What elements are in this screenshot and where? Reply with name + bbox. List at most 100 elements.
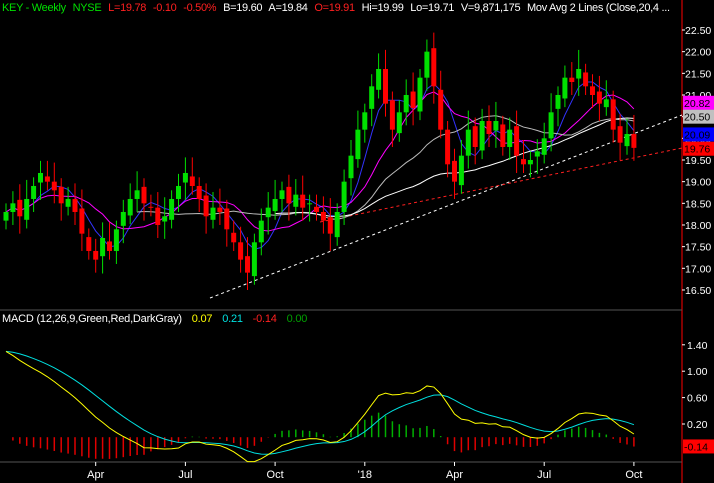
low: Lo=19.71: [410, 2, 455, 14]
candle-body: [31, 185, 37, 199]
candle-body: [507, 129, 513, 147]
candle-body: [431, 48, 437, 87]
x-tick-label: Apr: [446, 469, 463, 481]
candle-body: [320, 211, 326, 221]
candle-body: [293, 194, 299, 207]
bid: B=19.60: [223, 2, 263, 14]
ma-line-20: [137, 115, 634, 220]
candle-body: [251, 242, 257, 277]
x-tick-label: Apr: [87, 469, 104, 481]
x-tick-label: Jul: [537, 469, 551, 481]
candle-body: [369, 86, 375, 109]
price-tick-label: 18.00: [685, 220, 711, 232]
candle-body: [65, 198, 71, 207]
candle-body: [286, 186, 292, 204]
candle-body: [58, 186, 64, 204]
candle-body: [86, 237, 92, 251]
study-label[interactable]: Mov Avg 2 Lines (Close,20,4 ...: [527, 2, 670, 14]
x-tick-label: Jul: [178, 469, 192, 481]
candle-body: [500, 124, 506, 147]
price-chart[interactable]: 22.5022.0021.5021.0020.5020.0019.5019.00…: [0, 0, 714, 483]
price-tick-label: 19.00: [685, 177, 711, 189]
macd-last-label: -0.14: [684, 441, 708, 453]
candle-body: [534, 151, 540, 157]
candle-body: [355, 129, 361, 160]
candle-body: [562, 77, 568, 99]
candle-body: [17, 199, 23, 217]
ma-line-5: [5, 81, 635, 250]
macd-label[interactable]: MACD (12,26,9,Green,Red,DarkGray): [2, 313, 182, 325]
candle-body: [176, 185, 181, 199]
candle-body: [465, 129, 471, 156]
macd-line: [5, 350, 635, 463]
candle-body: [610, 99, 616, 130]
candle-body: [493, 120, 499, 131]
x-tick-label: Oct: [267, 469, 284, 481]
macd-tick-label: 0.60: [687, 393, 708, 405]
candle-body: [203, 195, 209, 217]
candle-body: [72, 198, 78, 212]
candle-body: [107, 241, 112, 251]
candle-body: [555, 94, 561, 109]
candle-body: [445, 129, 451, 165]
candle-body: [596, 91, 602, 104]
price-tick-label: 22.50: [685, 25, 711, 37]
candle-body: [403, 94, 409, 113]
price-tick-label: 18.50: [685, 198, 711, 210]
candle-body: [424, 51, 430, 78]
candle-body: [279, 190, 285, 199]
candle-body: [576, 68, 582, 79]
price-tick-label: 21.50: [685, 68, 711, 80]
candle-body: [196, 185, 202, 199]
high: Hi=19.99: [361, 2, 404, 14]
candle-body: [438, 89, 444, 130]
candle-body: [100, 237, 106, 257]
candle-body: [120, 211, 126, 226]
candle-body: [141, 186, 147, 204]
open: O=19.91: [314, 2, 355, 14]
last-price: L=19.78: [108, 2, 147, 14]
price-label: 19.76: [684, 144, 710, 156]
macd-value: 0.07: [191, 313, 213, 325]
candle-body: [631, 133, 637, 148]
zero-value: 0.00: [286, 313, 308, 325]
exchange: NYSE: [72, 2, 102, 14]
volume: V=9,871,175: [460, 2, 521, 14]
candle-body: [583, 72, 589, 87]
macd-tick-label: 1.00: [687, 366, 708, 378]
candle-body: [300, 194, 306, 208]
signal-value: 0.21: [222, 313, 243, 325]
candle-body: [51, 181, 57, 191]
price-label: 20.09: [684, 129, 710, 141]
chart-window: 22.5022.0021.5021.0020.5020.0019.5019.00…: [0, 0, 714, 483]
candle-body: [334, 211, 340, 238]
candle-body: [217, 207, 223, 212]
candle-body: [348, 155, 354, 179]
candle-body: [210, 207, 216, 220]
candle-body: [383, 68, 388, 104]
candle-body: [3, 211, 9, 221]
change-pct: -0.50%: [183, 2, 217, 14]
candle-body: [472, 126, 478, 147]
candle-body: [486, 120, 492, 134]
candle-body: [521, 159, 526, 165]
candle-body: [603, 99, 609, 108]
candle-body: [527, 159, 533, 165]
candle-body: [479, 120, 485, 151]
change: -0.10: [152, 2, 177, 14]
candle-body: [182, 172, 188, 183]
candle-body: [624, 133, 630, 147]
x-tick-label: Oct: [625, 469, 642, 481]
candle-body: [10, 203, 16, 212]
candle-body: [396, 112, 402, 134]
candle-body: [155, 207, 161, 225]
candle-body: [314, 206, 319, 212]
ask: A=19.84: [268, 2, 308, 14]
candle-body: [617, 126, 623, 143]
candle-body: [341, 181, 347, 212]
candle-body: [79, 208, 85, 234]
price-tick-label: 17.50: [685, 242, 711, 254]
candle-body: [224, 208, 230, 230]
candle-body: [417, 77, 423, 112]
candle-body: [113, 229, 119, 251]
